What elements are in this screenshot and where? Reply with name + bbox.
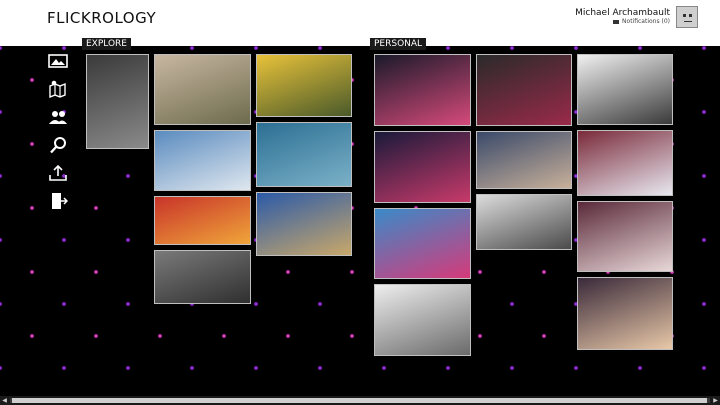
notifications-link[interactable]: Notifications (0) [613,18,670,25]
avatar[interactable] [676,6,698,28]
personal-photo-tablet[interactable] [577,54,673,125]
explore-photo-leaves[interactable] [154,196,251,245]
personal-photo-demo-table[interactable] [577,201,673,272]
personal-section-label: PERSONAL [370,38,427,50]
scroll-left-icon[interactable]: ◀ [0,396,9,405]
personal-photo-laptop-table[interactable] [374,284,471,356]
explore-photo-forest[interactable] [154,250,251,304]
personal-photo-pink-banner[interactable] [374,208,471,279]
personal-photo-booth-2[interactable] [476,54,572,126]
explore-photo-hills[interactable] [154,54,251,125]
avatar-mouth [684,21,692,22]
explore-photo-lighthouse[interactable] [154,130,251,191]
search-icon[interactable] [48,136,68,154]
notifications-label: Notifications (0) [622,18,670,25]
personal-photo-light-box[interactable] [577,277,673,350]
photo-icon[interactable] [48,52,68,70]
people-icon[interactable] [48,108,68,126]
personal-photo-dj-booth[interactable] [577,130,673,196]
user-name[interactable]: Michael Archambault [575,8,670,18]
avatar-eye [689,14,692,17]
personal-photo-group[interactable] [476,194,572,250]
scroll-thumb[interactable] [12,398,707,403]
upload-icon[interactable] [48,164,68,182]
explore-section-label: EXPLORE [82,38,131,50]
explore-photo-waves[interactable] [256,122,352,187]
mail-icon [613,19,620,24]
explore-photo-palace[interactable] [256,192,352,256]
explore-photo-baby-foot[interactable] [86,54,149,149]
explore-photo-daffodils[interactable] [256,54,352,117]
scroll-right-icon[interactable]: ▶ [711,396,720,405]
personal-photo-two-men[interactable] [476,131,572,189]
avatar-eye [683,14,686,17]
personal-photo-booth-1[interactable] [374,54,471,126]
sign-out-icon[interactable] [48,192,68,210]
personal-photo-booth-3[interactable] [374,131,471,203]
horizontal-scrollbar[interactable]: ◀ ▶ [0,396,720,405]
map-icon[interactable] [48,80,68,98]
app-title: FLICKROLOGY [47,9,157,27]
nav-bar [48,52,70,220]
